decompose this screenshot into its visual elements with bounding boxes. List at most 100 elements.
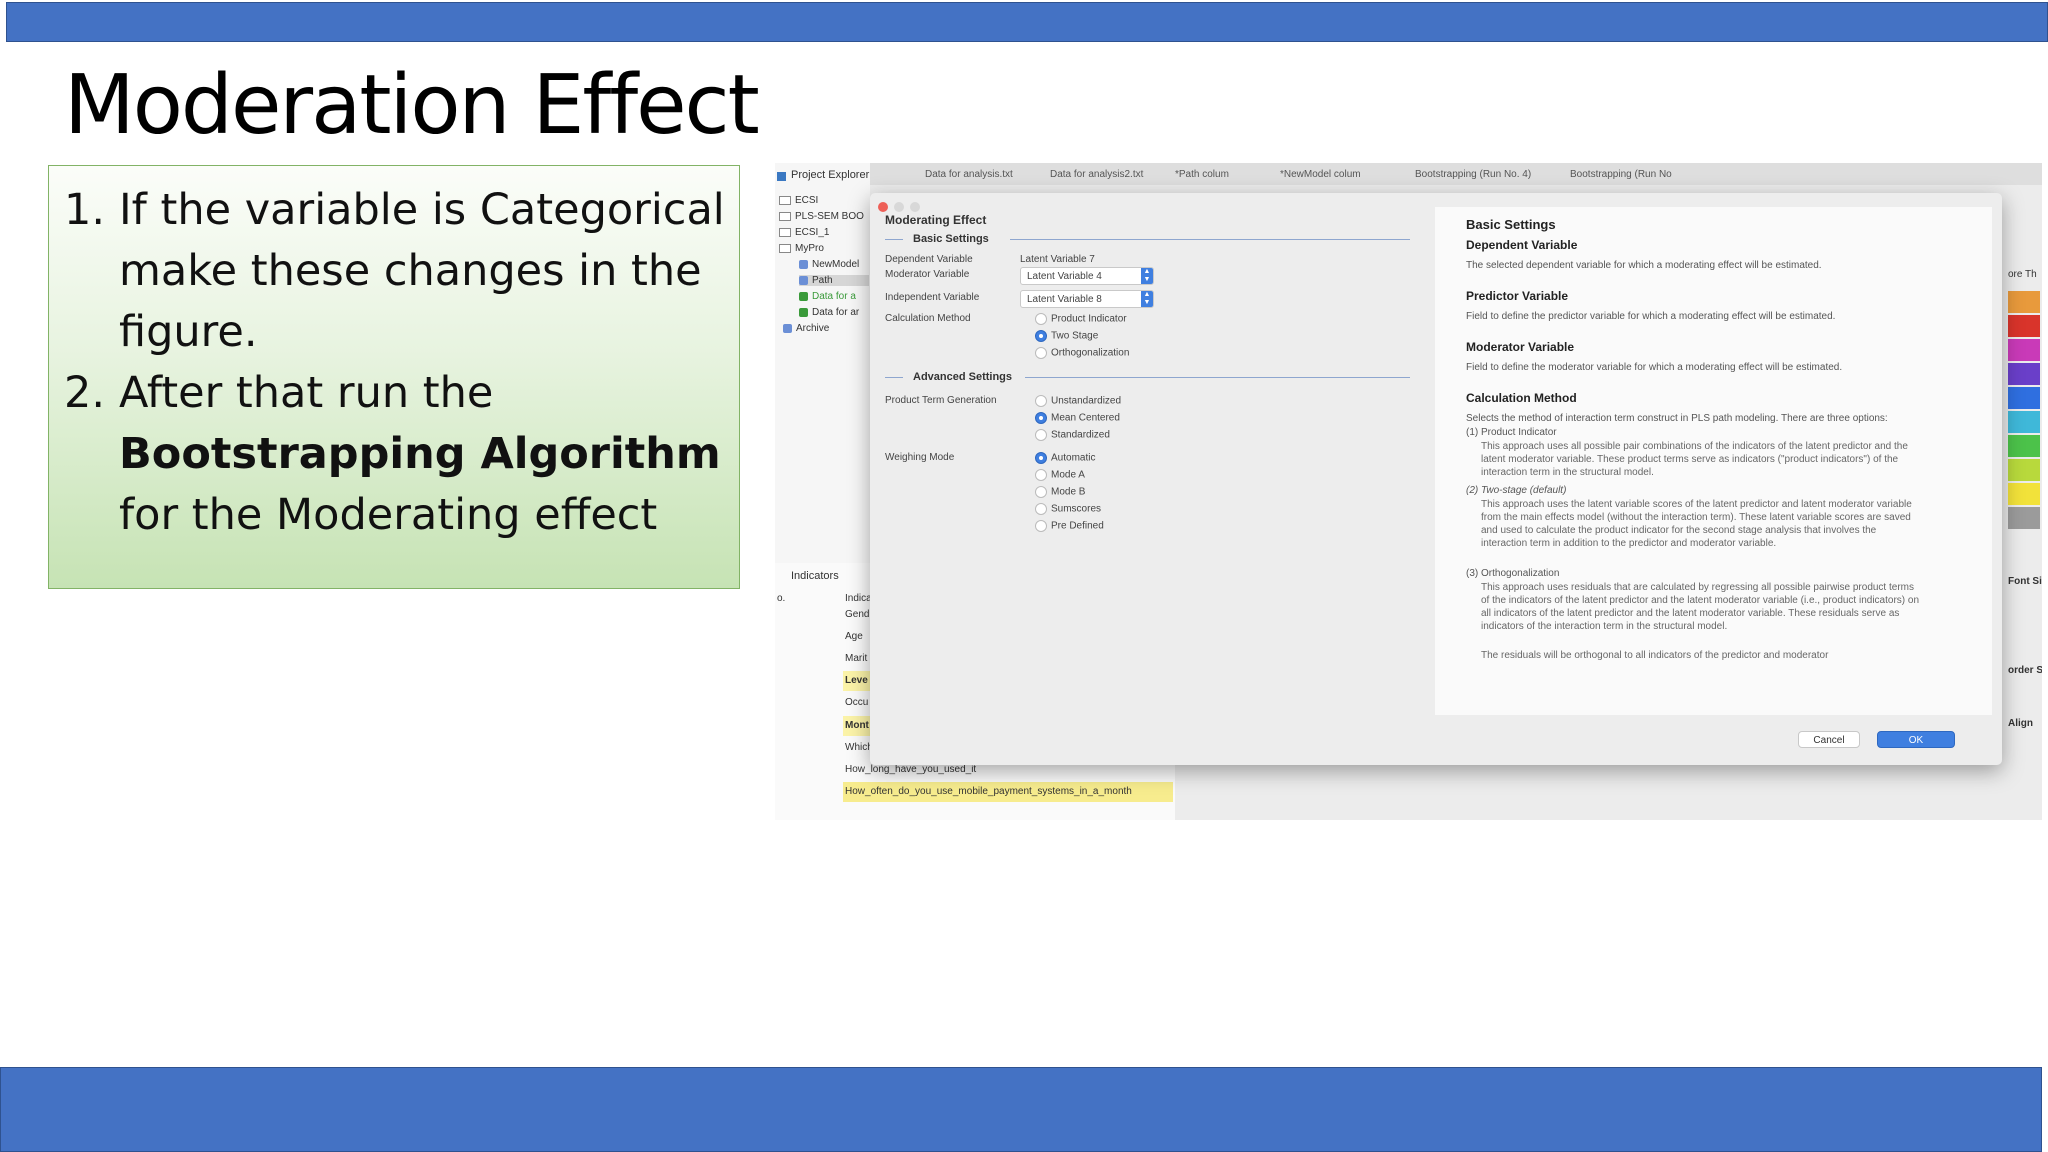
cancel-button[interactable]: Cancel [1798,731,1860,748]
item-number: 1. [64,185,106,235]
side-label: Font Si [2008,576,2042,587]
basic-settings-section: Basic Settings [885,233,1425,247]
help-option1-title: (1) Product Indicator [1466,427,1557,438]
model-icon [799,259,808,269]
independent-select[interactable]: Latent Variable 8 ▲ ▼ [1020,290,1154,308]
tree-item[interactable]: PLS-SEM BOO [779,211,864,222]
color-swatch[interactable] [2008,291,2040,313]
slide: Moderation Effect 1. If the variable is … [0,0,2048,1152]
color-swatch[interactable] [2008,507,2040,529]
radio-pre-defined[interactable]: Pre Defined [1035,520,1104,532]
tree-item-selected[interactable]: Path [799,275,869,286]
help-option2-title: (2) Two-stage (default) [1466,485,1567,496]
folder-icon [779,211,791,221]
help-moderator-title: Moderator Variable [1466,340,1575,354]
tab[interactable]: *Path colum [1175,169,1229,180]
help-option3-text: This approach uses residuals that are ca… [1481,582,1920,632]
moderating-effect-dialog: Moderating Effect Basic Settings Depende… [870,193,2002,765]
color-swatch[interactable] [2008,387,2040,409]
tree-item[interactable]: Data for ar [799,307,859,318]
dialog-title: Moderating Effect [885,213,987,227]
independent-label: Independent Variable [885,292,980,303]
tab[interactable]: Data for analysis2.txt [1050,169,1143,180]
help-dependent-title: Dependent Variable [1466,238,1578,252]
section-title: Advanced Settings [913,371,1013,383]
help-option3-text2: The residuals will be orthogonal to all … [1481,650,1829,661]
data-icon [799,291,808,301]
item-text-pre: After that run the [119,368,494,418]
tab[interactable]: *NewModel colum [1280,169,1361,180]
help-calc-title: Calculation Method [1466,391,1577,405]
model-icon [799,275,808,285]
slide-title: Moderation Effect [64,58,760,153]
tree-item[interactable]: ECSI [779,195,818,206]
editor-tabs: Data for analysis.txt Data for analysis2… [870,163,2042,185]
help-moderator-text: Field to define the moderator variable f… [1466,362,1843,373]
radio-product-indicator[interactable]: Product Indicator [1035,313,1127,325]
radio-standardized[interactable]: Standardized [1035,429,1110,441]
color-swatch[interactable] [2008,435,2040,457]
color-swatch[interactable] [2008,315,2040,337]
indicators-title: Indicators [791,570,839,582]
bottom-banner [0,1067,2042,1152]
tab[interactable]: Bootstrapping (Run No. 4) [1415,169,1531,180]
item-text-post: for the Moderating effect [119,490,658,540]
color-swatch[interactable] [2008,483,2040,505]
radio-automatic[interactable]: Automatic [1035,452,1095,464]
instruction-item: 2. After that run the Bootstrapping Algo… [61,363,729,546]
product-term-label: Product Term Generation [885,395,997,406]
tab[interactable]: Bootstrapping (Run No [1570,169,1672,180]
radio-sumscores[interactable]: Sumscores [1035,503,1101,515]
instruction-list: 1. If the variable is Categorical make t… [61,180,729,546]
section-title: Basic Settings [913,233,989,245]
moderator-select[interactable]: Latent Variable 4 ▲ ▼ [1020,267,1154,285]
help-predictor-title: Predictor Variable [1466,289,1569,303]
stepper-icon: ▲ ▼ [1141,291,1153,307]
tree-item[interactable]: ECSI_1 [779,227,829,238]
project-explorer: Project Explorer ECSI PLS-SEM BOO ECSI_1… [775,163,870,563]
folder-icon [779,195,791,205]
indicator-row[interactable]: How_often_do_you_use_mobile_payment_syst… [843,782,1173,802]
radio-mode-a[interactable]: Mode A [1035,469,1085,481]
dependent-value: Latent Variable 7 [1020,254,1095,265]
radio-mode-b[interactable]: Mode B [1035,486,1085,498]
top-banner [6,2,2048,42]
folder-icon [779,243,791,253]
instruction-item: 1. If the variable is Categorical make t… [61,180,729,363]
archive-icon [783,323,792,333]
help-option2-text: This approach uses the latent variable s… [1481,499,1912,549]
side-label: order S [2008,665,2042,676]
help-predictor-text: Field to define the predictor variable f… [1466,311,1836,322]
tree-item[interactable]: Data for a [799,291,856,302]
instructions-box: 1. If the variable is Categorical make t… [48,165,740,589]
help-option1-text: This approach uses all possible pair com… [1481,441,1908,478]
dependent-label: Dependent Variable [885,254,973,265]
color-swatch[interactable] [2008,339,2040,361]
help-option3-title: (3) Orthogonalization [1466,568,1560,579]
tree-item[interactable]: MyPro [779,243,824,254]
settings-form: Moderating Effect Basic Settings Depende… [870,193,1435,713]
radio-orthogonalization[interactable]: Orthogonalization [1035,347,1129,359]
help-calc-text: Selects the method of interaction term c… [1466,413,1888,424]
item-text: If the variable is Categorical make thes… [119,185,725,357]
stepper-icon: ▲ ▼ [1141,268,1153,284]
advanced-settings-section: Advanced Settings [885,371,1425,385]
radio-two-stage[interactable]: Two Stage [1035,330,1098,342]
radio-unstandardized[interactable]: Unstandardized [1035,395,1121,407]
color-swatch[interactable] [2008,411,2040,433]
ok-button[interactable]: OK [1877,731,1955,748]
color-swatch[interactable] [2008,459,2040,481]
tree-item[interactable]: Archive [783,323,829,334]
side-label: Align [2008,718,2033,729]
tree-item[interactable]: NewModel [799,259,859,270]
folder-icon [779,227,791,237]
data-icon [799,307,808,317]
tab[interactable]: Data for analysis.txt [925,169,1013,180]
color-swatch[interactable] [2008,363,2040,385]
explorer-icon [777,172,786,181]
radio-mean-centered[interactable]: Mean Centered [1035,412,1120,424]
help-panel: Basic Settings Dependent Variable The se… [1435,207,1992,715]
calc-method-label: Calculation Method [885,313,971,324]
item-number: 2. [64,368,106,418]
software-screenshot: Project Explorer ECSI PLS-SEM BOO ECSI_1… [775,163,2042,820]
